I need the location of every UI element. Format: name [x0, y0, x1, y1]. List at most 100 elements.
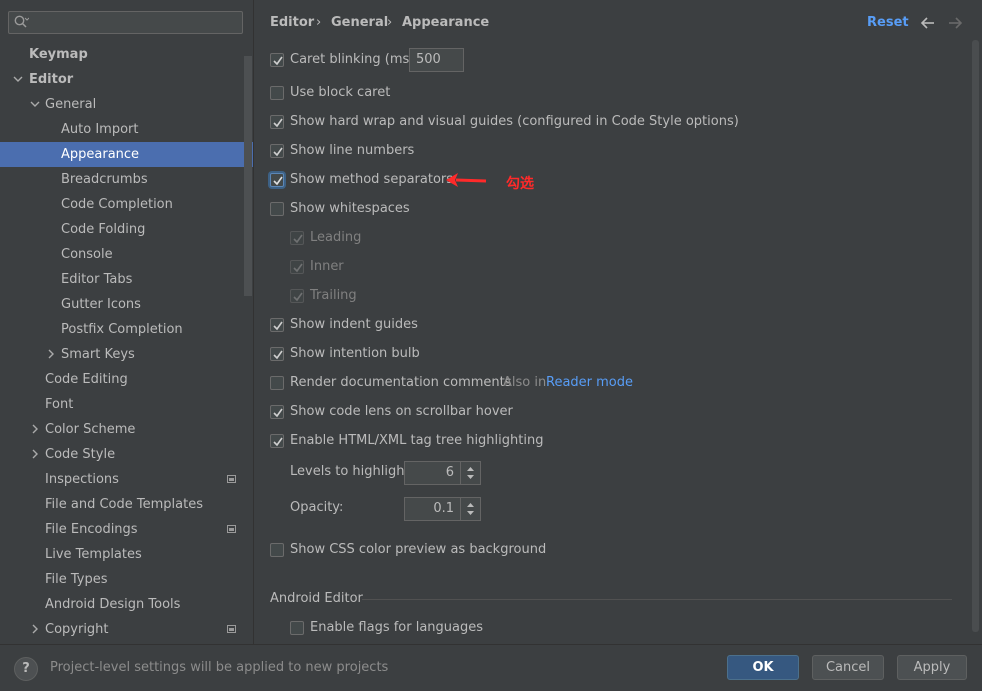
render-docs-label: Render documentation comments [290, 375, 512, 390]
android-editor-section-title: Android Editor [270, 591, 363, 606]
line-numbers-label: Show line numbers [290, 143, 415, 158]
whitespaces-checkbox[interactable] [270, 202, 284, 216]
language-flags-label: Enable flags for languages [310, 620, 484, 635]
stepper-arrows-icon[interactable] [461, 462, 480, 484]
annotation-text: 勾选 [506, 176, 534, 192]
language-flags-checkbox[interactable] [290, 621, 304, 635]
sidebar-item-inspections[interactable]: Inspections [0, 467, 253, 492]
sidebar-scrollbar[interactable] [244, 56, 252, 296]
intention-bulb-label: Show intention bulb [290, 346, 420, 361]
css-color-label: Show CSS color preview as background [290, 542, 547, 557]
sidebar-item-code-folding[interactable]: Code Folding [0, 217, 253, 242]
block-caret-label: Use block caret [290, 85, 391, 100]
help-button[interactable]: ? [14, 657, 38, 681]
back-arrow-icon[interactable] [920, 15, 936, 31]
opacity-stepper[interactable]: 0.1 [404, 497, 481, 521]
sidebar-item-console[interactable]: Console [0, 242, 253, 267]
search-icon [14, 15, 29, 28]
chevron-right-icon[interactable] [45, 342, 57, 367]
main-scrollbar[interactable] [972, 40, 979, 632]
stepper-buttons[interactable] [460, 462, 480, 484]
code-lens-checkbox[interactable] [270, 405, 284, 419]
stepper-buttons[interactable] [460, 498, 480, 520]
breadcrumb-separator: › [387, 15, 393, 30]
sidebar-item-file-types[interactable]: File Types [0, 567, 253, 592]
sidebar-item-keymap[interactable]: Keymap [0, 42, 253, 67]
reader-mode-link[interactable]: Reader mode [546, 374, 633, 392]
sidebar-item-code-completion[interactable]: Code Completion [0, 192, 253, 217]
breadcrumb-separator: › [316, 15, 322, 30]
method-separators-label: Show method separators [290, 172, 454, 187]
project-scope-icon [227, 625, 236, 633]
caret-blinking-input[interactable]: 500 [409, 48, 464, 72]
chevron-right-icon[interactable] [29, 442, 41, 467]
sidebar-item-live-templates[interactable]: Live Templates [0, 542, 253, 567]
breadcrumb-general[interactable]: General [331, 14, 388, 32]
caret-blinking-label: Caret blinking (ms): [290, 52, 419, 67]
block-caret-checkbox[interactable] [270, 86, 284, 100]
sidebar-item-editor-tabs[interactable]: Editor Tabs [0, 267, 253, 292]
breadcrumb-editor[interactable]: Editor [270, 14, 314, 32]
sidebar-item-code-style[interactable]: Code Style [0, 442, 253, 467]
project-scope-icon [227, 475, 236, 483]
sidebar-item-file-encodings[interactable]: File Encodings [0, 517, 253, 542]
trailing-label: Trailing [310, 288, 357, 303]
chevron-right-icon[interactable] [29, 617, 41, 642]
sidebar-item-android-design-tools[interactable]: Android Design Tools [0, 592, 253, 617]
ok-button[interactable]: OK [727, 655, 799, 680]
also-in-text: Also in [503, 375, 547, 390]
sidebar-item-smart-keys[interactable]: Smart Keys [0, 342, 253, 367]
method-separators-checkbox[interactable] [270, 173, 284, 187]
hard-wrap-label: Show hard wrap and visual guides (config… [290, 114, 739, 129]
intention-bulb-checkbox[interactable] [270, 347, 284, 361]
whitespaces-label: Show whitespaces [290, 201, 410, 216]
sidebar-item-copyright[interactable]: Copyright [0, 617, 253, 642]
footer-message: Project-level settings will be applied t… [50, 660, 389, 675]
forward-arrow-icon[interactable] [947, 15, 963, 31]
line-numbers-checkbox[interactable] [270, 144, 284, 158]
annotation-arrow-icon [446, 173, 487, 187]
sidebar-item-code-editing[interactable]: Code Editing [0, 367, 253, 392]
inner-label: Inner [310, 259, 344, 274]
cancel-button[interactable]: Cancel [812, 655, 884, 680]
levels-value: 6 [445, 465, 454, 480]
leading-checkbox[interactable] [290, 231, 304, 245]
tag-tree-checkbox[interactable] [270, 434, 284, 448]
stepper-arrows-icon[interactable] [461, 498, 480, 520]
hard-wrap-checkbox[interactable] [270, 115, 284, 129]
reset-link[interactable]: Reset [867, 14, 909, 32]
caret-blinking-checkbox[interactable] [270, 53, 284, 67]
sidebar-divider [253, 0, 254, 644]
sidebar-item-file-and-code-templates[interactable]: File and Code Templates [0, 492, 253, 517]
render-docs-checkbox[interactable] [270, 376, 284, 390]
sidebar-item-general[interactable]: General [0, 92, 253, 117]
sidebar-item-appearance[interactable]: Appearance [0, 142, 253, 167]
opacity-value: 0.1 [433, 501, 454, 516]
sidebar-item-editor[interactable]: Editor [0, 67, 253, 92]
opacity-label: Opacity: [290, 500, 344, 515]
chevron-down-icon[interactable] [29, 92, 41, 117]
search-input[interactable] [8, 11, 243, 34]
tag-tree-label: Enable HTML/XML tag tree highlighting [290, 433, 544, 448]
chevron-down-icon[interactable] [12, 67, 24, 92]
sidebar-item-breadcrumbs[interactable]: Breadcrumbs [0, 167, 253, 192]
breadcrumb-appearance: Appearance [402, 15, 490, 30]
settings-sidebar: Keymap Editor General Auto Import Appear… [0, 0, 253, 644]
section-divider [362, 599, 952, 600]
code-lens-label: Show code lens on scrollbar hover [290, 404, 513, 419]
indent-guides-label: Show indent guides [290, 317, 418, 332]
sidebar-item-color-scheme[interactable]: Color Scheme [0, 417, 253, 442]
inner-checkbox[interactable] [290, 260, 304, 274]
project-scope-icon [227, 525, 236, 533]
sidebar-item-font[interactable]: Font [0, 392, 253, 417]
levels-stepper[interactable]: 6 [404, 461, 481, 485]
sidebar-item-postfix-completion[interactable]: Postfix Completion [0, 317, 253, 342]
sidebar-item-gutter-icons[interactable]: Gutter Icons [0, 292, 253, 317]
indent-guides-checkbox[interactable] [270, 318, 284, 332]
trailing-checkbox[interactable] [290, 289, 304, 303]
sidebar-item-auto-import[interactable]: Auto Import [0, 117, 253, 142]
chevron-right-icon[interactable] [29, 417, 41, 442]
leading-label: Leading [310, 230, 362, 245]
css-color-checkbox[interactable] [270, 543, 284, 557]
apply-button[interactable]: Apply [897, 655, 967, 680]
